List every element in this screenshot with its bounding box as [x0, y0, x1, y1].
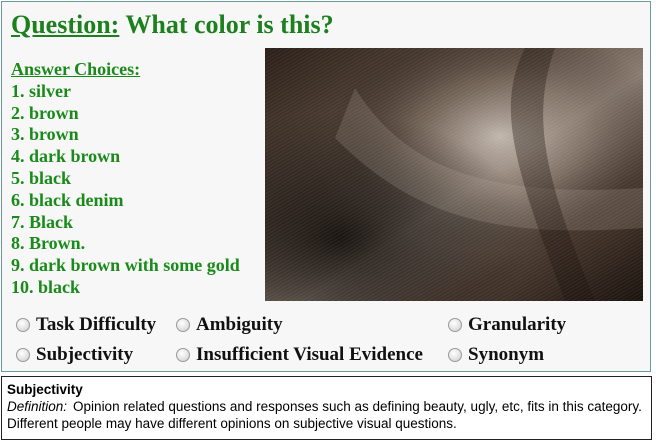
answer-item: 2. brown — [11, 102, 79, 123]
option-insufficient-visual-evidence[interactable]: Insufficient Visual Evidence — [176, 344, 423, 366]
question-heading: Question: What color is this? — [11, 10, 334, 40]
option-label: Insufficient Visual Evidence — [196, 344, 423, 365]
definition-text: Opinion related questions and responses … — [7, 399, 642, 431]
option-label: Ambiguity — [196, 314, 283, 335]
option-synonym[interactable]: Synonym — [448, 344, 544, 366]
answer-item: 10. black — [11, 276, 81, 297]
question-photo — [265, 48, 643, 301]
answer-choices: Answer Choices: 1. silver 2. brown 3. br… — [11, 59, 261, 299]
answer-list: 1. silver 2. brown 3. brown 4. dark brow… — [11, 81, 261, 299]
answer-item: 5. black — [11, 167, 72, 188]
option-granularity[interactable]: Granularity — [448, 314, 566, 336]
option-task-difficulty[interactable]: Task Difficulty — [16, 314, 156, 336]
option-label: Subjectivity — [36, 344, 134, 365]
radio-icon[interactable] — [16, 318, 30, 332]
radio-icon[interactable] — [448, 318, 462, 332]
definition-title: Subjectivity — [7, 382, 83, 397]
answer-item: 3. brown — [11, 124, 79, 145]
question-panel: Question: What color is this? Answer Cho… — [1, 1, 651, 372]
option-subjectivity[interactable]: Subjectivity — [16, 344, 133, 366]
option-ambiguity[interactable]: Ambiguity — [176, 314, 283, 336]
answer-item: 4. dark brown — [11, 146, 121, 167]
answer-item: 9. dark brown with some gold — [11, 255, 240, 276]
issue-options: Task Difficulty Ambiguity Granularity Su… — [16, 314, 646, 374]
answer-item: 6. black denim — [11, 189, 124, 210]
radio-icon[interactable] — [176, 318, 190, 332]
option-label: Task Difficulty — [36, 314, 157, 335]
definition-body: Definition: Opinion related questions and… — [7, 398, 646, 432]
answer-choices-heading: Answer Choices: — [11, 59, 141, 79]
option-label: Granularity — [468, 314, 567, 335]
radio-icon[interactable] — [16, 348, 30, 362]
fabric-image — [265, 48, 643, 301]
definition-box: Subjectivity Definition: Opinion related … — [1, 376, 652, 440]
answer-item: 1. silver — [11, 80, 71, 101]
definition-label: Definition: — [7, 399, 68, 414]
radio-icon[interactable] — [176, 348, 190, 362]
radio-icon[interactable] — [448, 348, 462, 362]
question-label: Question: — [11, 10, 120, 39]
answer-item: 8. Brown. — [11, 233, 86, 254]
answer-item: 7. Black — [11, 211, 74, 232]
option-label: Synonym — [468, 344, 545, 365]
question-text: What color is this? — [125, 10, 334, 39]
